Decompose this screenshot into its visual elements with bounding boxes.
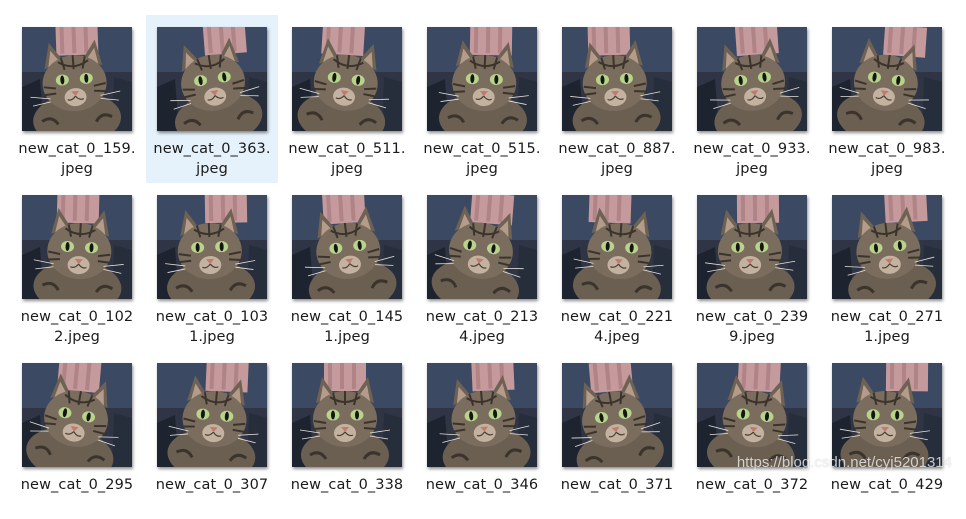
file-thumbnail-image[interactable] <box>427 363 537 467</box>
file-name-line-1: new_cat_0_372 <box>695 477 809 493</box>
file-name-line-2: 1.jpeg <box>324 329 370 345</box>
file-thumbnail-image[interactable] <box>292 27 402 131</box>
file-thumbnail-image[interactable] <box>562 195 672 299</box>
file-name-line-1: new_cat_0_511. <box>288 141 406 157</box>
file-name-label[interactable]: new_cat_0_511.jpeg <box>281 139 413 179</box>
file-thumbnail-image[interactable] <box>157 27 267 131</box>
file-name-line-2: jpeg <box>196 161 228 177</box>
file-name-line-2: jpeg <box>871 161 903 177</box>
file-name-line-1: new_cat_0_159. <box>18 141 136 157</box>
file-name-label[interactable]: new_cat_0_295 <box>11 475 143 495</box>
file-tile[interactable]: new_cat_0_338 <box>281 351 413 519</box>
file-grid: new_cat_0_159. jpeg new_cat_0_363. jpeg new_… <box>0 0 966 493</box>
file-tile[interactable]: new_cat_0_372 <box>686 351 818 519</box>
file-name-line-1: new_cat_0_983. <box>828 141 946 157</box>
file-name-label[interactable]: new_cat_0_307 <box>146 475 278 495</box>
file-thumbnail-image[interactable] <box>697 363 807 467</box>
file-name-line-1: new_cat_0_429 <box>830 477 944 493</box>
file-tile[interactable]: new_cat_0_159.jpeg <box>11 15 143 183</box>
file-name-line-2: 1.jpeg <box>864 329 910 345</box>
file-thumbnail-image[interactable] <box>427 27 537 131</box>
file-tile[interactable]: new_cat_0_213 4.jpeg <box>416 183 548 351</box>
file-name-label[interactable]: new_cat_0_429 <box>821 475 953 495</box>
file-name-label[interactable]: new_cat_0_371 <box>551 475 683 495</box>
file-name-label[interactable]: new_cat_0_213 4.jpeg <box>416 307 548 347</box>
file-thumbnail-image[interactable] <box>562 363 672 467</box>
file-name-label[interactable]: new_cat_0_363.jpeg <box>146 139 278 179</box>
file-name-line-1: new_cat_0_213 <box>425 309 539 325</box>
file-tile[interactable]: new_cat_0_102 2.jpeg <box>11 183 143 351</box>
file-name-line-1: new_cat_0_338 <box>290 477 404 493</box>
file-tile[interactable]: new_cat_0_371 <box>551 351 683 519</box>
file-tile[interactable]: new_cat_0_429 <box>821 351 953 519</box>
file-name-line-2: jpeg <box>61 161 93 177</box>
file-tile[interactable]: new_cat_0_221 4.jpeg <box>551 183 683 351</box>
file-tile[interactable]: new_cat_0_511.jpeg <box>281 15 413 183</box>
file-thumbnail-image[interactable] <box>832 27 942 131</box>
file-thumbnail-image[interactable] <box>22 195 132 299</box>
file-tile[interactable]: new_cat_0_103 1.jpeg <box>146 183 278 351</box>
file-thumbnail-image[interactable] <box>832 195 942 299</box>
file-name-line-2: 2.jpeg <box>54 329 100 345</box>
file-name-line-2: 1.jpeg <box>189 329 235 345</box>
file-name-line-1: new_cat_0_346 <box>425 477 539 493</box>
file-thumbnail-image[interactable] <box>157 363 267 467</box>
file-name-line-2: 4.jpeg <box>594 329 640 345</box>
file-name-label[interactable]: new_cat_0_887.jpeg <box>551 139 683 179</box>
file-thumbnail-image[interactable] <box>292 195 402 299</box>
file-tile[interactable]: new_cat_0_983.jpeg <box>821 15 953 183</box>
file-thumbnail-image[interactable] <box>562 27 672 131</box>
file-tile[interactable]: new_cat_0_307 <box>146 351 278 519</box>
file-name-label[interactable]: new_cat_0_102 2.jpeg <box>11 307 143 347</box>
file-thumbnail-image[interactable] <box>427 195 537 299</box>
file-name-line-1: new_cat_0_239 <box>695 309 809 325</box>
file-name-line-2: 9.jpeg <box>729 329 775 345</box>
file-tile[interactable]: new_cat_0_363.jpeg <box>146 15 278 183</box>
file-name-label[interactable]: new_cat_0_372 <box>686 475 818 495</box>
file-tile[interactable]: new_cat_0_239 9.jpeg <box>686 183 818 351</box>
file-tile[interactable]: new_cat_0_933.jpeg <box>686 15 818 183</box>
file-name-line-1: new_cat_0_307 <box>155 477 269 493</box>
file-name-line-1: new_cat_0_295 <box>20 477 134 493</box>
file-thumbnail-image[interactable] <box>22 27 132 131</box>
file-name-label[interactable]: new_cat_0_983.jpeg <box>821 139 953 179</box>
file-name-label[interactable]: new_cat_0_515.jpeg <box>416 139 548 179</box>
file-thumbnail-image[interactable] <box>697 195 807 299</box>
file-name-line-1: new_cat_0_271 <box>830 309 944 325</box>
file-thumbnail-image[interactable] <box>292 363 402 467</box>
file-name-label[interactable]: new_cat_0_103 1.jpeg <box>146 307 278 347</box>
file-name-line-1: new_cat_0_371 <box>560 477 674 493</box>
file-name-label[interactable]: new_cat_0_346 <box>416 475 548 495</box>
file-name-line-1: new_cat_0_515. <box>423 141 541 157</box>
file-name-line-1: new_cat_0_103 <box>155 309 269 325</box>
file-tile[interactable]: new_cat_0_145 1.jpeg <box>281 183 413 351</box>
file-name-line-2: 4.jpeg <box>459 329 505 345</box>
file-name-line-1: new_cat_0_221 <box>560 309 674 325</box>
file-name-line-1: new_cat_0_933. <box>693 141 811 157</box>
file-name-line-2: jpeg <box>331 161 363 177</box>
file-name-line-1: new_cat_0_887. <box>558 141 676 157</box>
file-name-line-1: new_cat_0_102 <box>20 309 134 325</box>
file-tile[interactable]: new_cat_0_295 <box>11 351 143 519</box>
file-thumbnail-image[interactable] <box>157 195 267 299</box>
file-name-line-2: jpeg <box>736 161 768 177</box>
file-thumbnail-image[interactable] <box>832 363 942 467</box>
file-name-label[interactable]: new_cat_0_145 1.jpeg <box>281 307 413 347</box>
file-name-label[interactable]: new_cat_0_159.jpeg <box>11 139 143 179</box>
file-name-label[interactable]: new_cat_0_933.jpeg <box>686 139 818 179</box>
file-name-label[interactable]: new_cat_0_338 <box>281 475 413 495</box>
file-name-label[interactable]: new_cat_0_239 9.jpeg <box>686 307 818 347</box>
file-tile[interactable]: new_cat_0_346 <box>416 351 548 519</box>
file-tile[interactable]: new_cat_0_271 1.jpeg <box>821 183 953 351</box>
file-name-line-2: jpeg <box>601 161 633 177</box>
file-name-line-1: new_cat_0_145 <box>290 309 404 325</box>
file-thumbnail-image[interactable] <box>697 27 807 131</box>
file-name-label[interactable]: new_cat_0_271 1.jpeg <box>821 307 953 347</box>
file-tile[interactable]: new_cat_0_887.jpeg <box>551 15 683 183</box>
file-name-line-2: jpeg <box>466 161 498 177</box>
file-thumbnail-image[interactable] <box>22 363 132 467</box>
file-name-label[interactable]: new_cat_0_221 4.jpeg <box>551 307 683 347</box>
file-name-line-1: new_cat_0_363. <box>153 141 271 157</box>
file-tile[interactable]: new_cat_0_515.jpeg <box>416 15 548 183</box>
